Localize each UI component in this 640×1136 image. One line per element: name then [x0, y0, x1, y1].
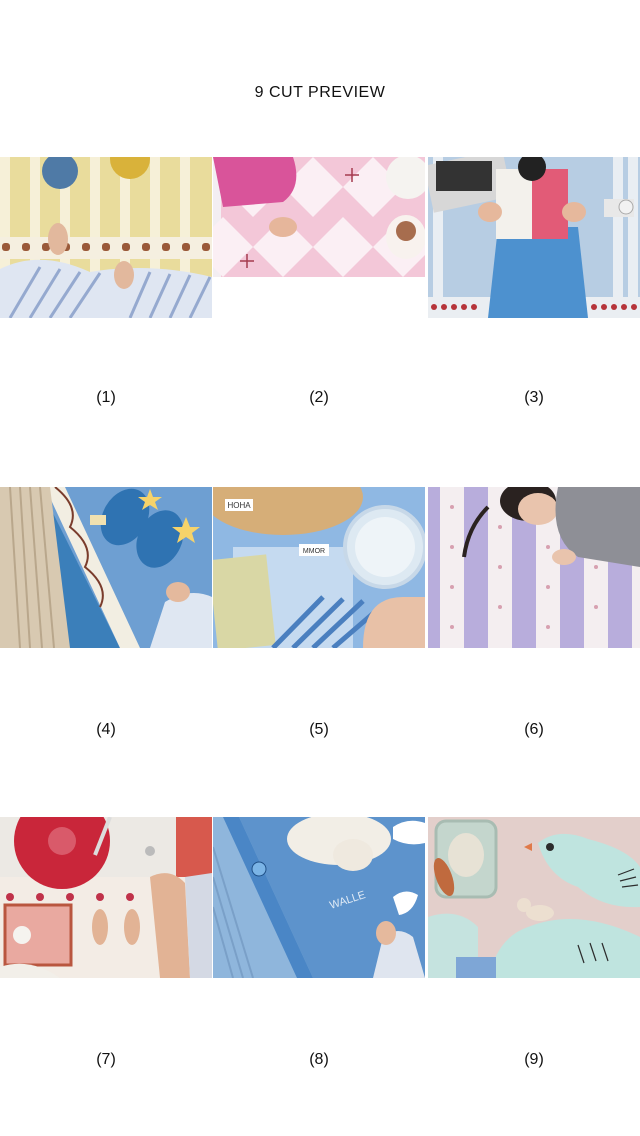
cut-5-label: (5): [309, 721, 329, 738]
cut-6-label: (6): [524, 721, 544, 738]
cut-5-image[interactable]: HOHA MMOR: [213, 487, 425, 648]
mmor-badge: MMOR: [303, 548, 325, 555]
cut-9-image[interactable]: [428, 817, 640, 978]
cut-6-image[interactable]: [428, 487, 640, 648]
cut-4-label: (4): [96, 721, 116, 738]
cut-7-label: (7): [96, 1051, 116, 1068]
cut-2-image[interactable]: [213, 157, 425, 318]
cut-2-label: (2): [309, 389, 329, 406]
cut-8-label: (8): [309, 1051, 329, 1068]
cut-4-image[interactable]: [0, 487, 212, 648]
cut-3-label: (3): [524, 389, 544, 406]
cut-3-image[interactable]: [428, 157, 640, 318]
page-title: 9 CUT PREVIEW: [254, 84, 386, 101]
cut-7-image[interactable]: [0, 817, 212, 978]
cut-1-image[interactable]: [0, 157, 212, 318]
cut-9-label: (9): [524, 1051, 544, 1068]
cut-1-label: (1): [96, 389, 116, 406]
cut-8-image[interactable]: WALLE: [213, 817, 425, 978]
hoha-badge: HOHA: [227, 501, 251, 510]
